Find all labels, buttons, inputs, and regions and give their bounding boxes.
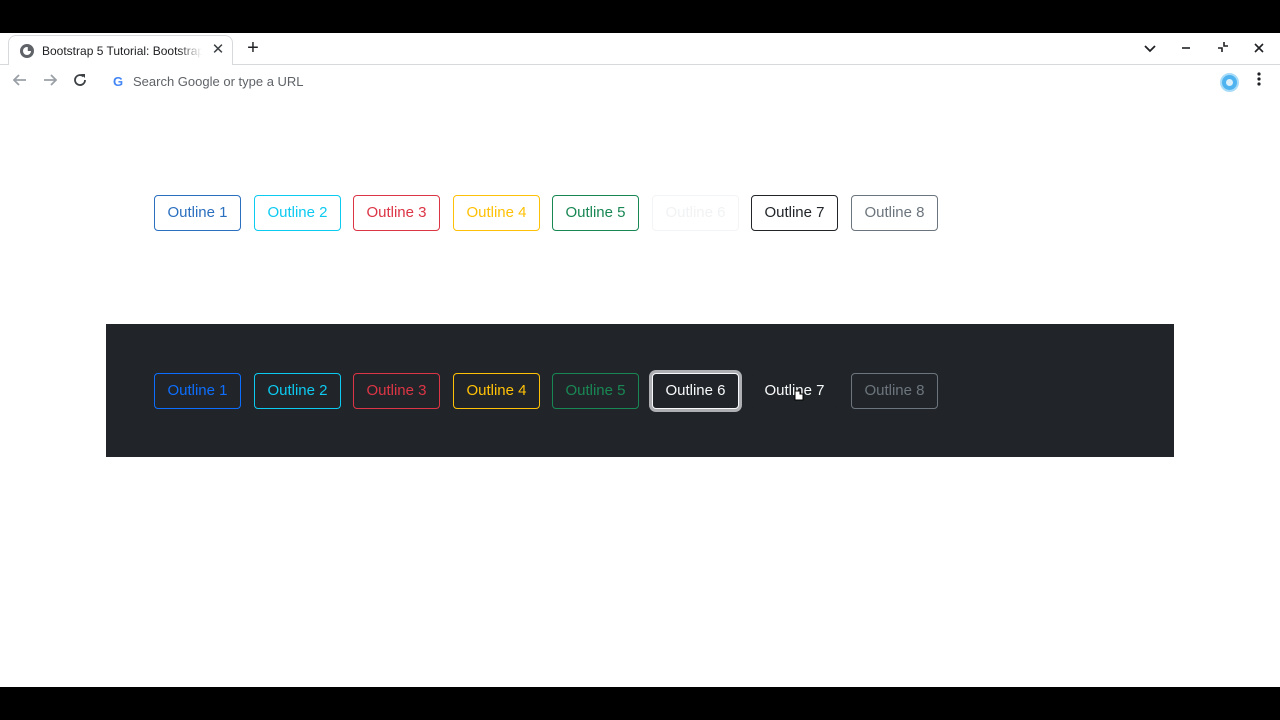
omnibox-input[interactable]: Search Google or type a URL bbox=[133, 74, 304, 89]
outline-button-1[interactable]: Outline 1 bbox=[154, 195, 241, 231]
tab-strip: Bootstrap 5 Tutorial: Bootstrap ✕ + bbox=[0, 33, 1280, 65]
minimize-icon[interactable] bbox=[1177, 39, 1195, 57]
outline-button-4[interactable]: Outline 4 bbox=[453, 195, 540, 231]
outline-button-2[interactable]: Outline 2 bbox=[254, 373, 341, 409]
letterbox-bottom bbox=[0, 687, 1280, 720]
tab-close-icon[interactable]: ✕ bbox=[210, 41, 226, 59]
outline-button-5[interactable]: Outline 5 bbox=[552, 373, 639, 409]
outline-button-2[interactable]: Outline 2 bbox=[254, 195, 341, 231]
browser-tab[interactable]: Bootstrap 5 Tutorial: Bootstrap ✕ bbox=[8, 35, 233, 65]
outline-button-8[interactable]: Outline 8 bbox=[851, 195, 938, 231]
outline-button-3[interactable]: Outline 3 bbox=[353, 195, 440, 231]
outline-button-8[interactable]: Outline 8 bbox=[851, 373, 938, 409]
browser-toolbar: G Search Google or type a URL bbox=[0, 66, 1280, 99]
outline-button-7[interactable]: Outline 7 bbox=[751, 195, 838, 231]
mouse-cursor-icon bbox=[794, 390, 804, 401]
outline-button-6[interactable]: Outline 6 bbox=[652, 195, 739, 231]
google-icon: G bbox=[112, 74, 124, 89]
new-tab-icon[interactable]: + bbox=[243, 38, 263, 58]
tab-title: Bootstrap 5 Tutorial: Bootstrap bbox=[42, 44, 202, 58]
outline-button-1[interactable]: Outline 1 bbox=[154, 373, 241, 409]
reload-icon[interactable] bbox=[70, 72, 90, 92]
outline-button-4[interactable]: Outline 4 bbox=[453, 373, 540, 409]
outline-button-6[interactable]: Outline 6 bbox=[652, 373, 739, 409]
profile-avatar-icon[interactable] bbox=[1220, 73, 1239, 92]
globe-icon bbox=[20, 44, 34, 58]
outline-button-3[interactable]: Outline 3 bbox=[353, 373, 440, 409]
browser-window: Bootstrap 5 Tutorial: Bootstrap ✕ + G Se… bbox=[0, 33, 1280, 687]
forward-arrow-icon[interactable] bbox=[40, 72, 60, 92]
letterbox-top bbox=[0, 0, 1280, 33]
close-window-icon[interactable] bbox=[1250, 39, 1268, 57]
page-content: Outline 1 Outline 2 Outline 3 Outline 4 Outl… bbox=[0, 99, 1280, 687]
menu-dots-icon[interactable] bbox=[1250, 72, 1268, 92]
tab-search-icon[interactable] bbox=[1141, 39, 1159, 57]
back-arrow-icon[interactable] bbox=[10, 72, 30, 92]
restore-icon[interactable] bbox=[1214, 39, 1232, 57]
outline-button-5[interactable]: Outline 5 bbox=[552, 195, 639, 231]
